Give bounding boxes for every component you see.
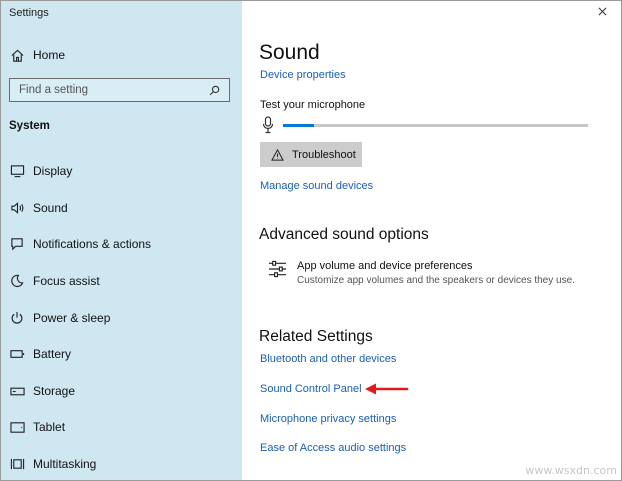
app-volume-link[interactable]: App volume and device preferences [297, 260, 473, 272]
troubleshoot-button[interactable]: Troubleshoot [260, 142, 362, 167]
sidebar-item-multitasking[interactable]: Multitasking [1, 449, 242, 479]
sidebar-item-label: Notifications & actions [33, 237, 152, 251]
display-icon [9, 163, 25, 179]
sidebar-item-label: Home [33, 48, 66, 62]
tablet-icon [9, 419, 25, 435]
sidebar-item-display[interactable]: Display [1, 156, 242, 186]
notifications-icon [9, 236, 25, 252]
mic-level-track [283, 124, 588, 127]
sidebar-item-power-sleep[interactable]: Power & sleep [1, 303, 242, 333]
microphone-icon [262, 116, 274, 139]
related-settings-title: Related Settings [259, 328, 373, 345]
settings-window: Settings Home Find a setting System Disp… [0, 0, 622, 481]
moon-icon [9, 273, 25, 289]
annotation-arrow [365, 383, 409, 395]
watermark: www.wsxdn.com [525, 464, 617, 477]
battery-icon [9, 346, 25, 362]
search-placeholder: Find a setting [19, 84, 89, 96]
main-pane: Sound Device properties Test your microp… [242, 1, 621, 480]
sidebar-item-label: Focus assist [33, 274, 100, 288]
sound-control-panel-link[interactable]: Sound Control Panel [260, 383, 362, 395]
sidebar-item-label: Power & sleep [33, 311, 111, 325]
search-input[interactable]: Find a setting [9, 78, 230, 102]
home-icon [9, 47, 25, 63]
close-icon[interactable] [595, 4, 609, 18]
section-title: System [9, 120, 50, 132]
device-properties-link[interactable]: Device properties [260, 69, 346, 81]
multitasking-icon [9, 456, 25, 472]
sidebar-item-notifications[interactable]: Notifications & actions [1, 229, 242, 259]
sidebar: Settings Home Find a setting System Disp… [1, 1, 242, 480]
sidebar-item-label: Storage [33, 384, 76, 398]
microphone-privacy-link[interactable]: Microphone privacy settings [260, 413, 396, 425]
speaker-icon [9, 200, 25, 216]
page-title: Sound [259, 41, 320, 64]
mic-level-fill [283, 124, 314, 127]
sidebar-item-label: Tablet [33, 420, 66, 434]
storage-icon [9, 383, 25, 399]
sidebar-item-tablet[interactable]: Tablet [1, 412, 242, 442]
sidebar-item-label: Display [33, 164, 73, 178]
app-volume-description: Customize app volumes and the speakers o… [297, 275, 575, 286]
sidebar-item-focus-assist[interactable]: Focus assist [1, 266, 242, 296]
warning-icon [270, 148, 284, 162]
power-icon [9, 310, 25, 326]
sidebar-item-label: Multitasking [33, 457, 97, 471]
window-title: Settings [9, 7, 49, 19]
search-icon [205, 81, 223, 99]
sidebar-item-battery[interactable]: Battery [1, 339, 242, 369]
advanced-section-title: Advanced sound options [259, 226, 429, 243]
manage-sound-devices-link[interactable]: Manage sound devices [260, 180, 373, 192]
sliders-icon [268, 260, 288, 278]
sidebar-item-label: Battery [33, 347, 72, 361]
sidebar-item-label: Sound [33, 201, 68, 215]
troubleshoot-label: Troubleshoot [292, 148, 356, 161]
test-mic-label: Test your microphone [260, 99, 366, 111]
ease-of-access-audio-link[interactable]: Ease of Access audio settings [260, 442, 406, 454]
mic-level-meter [262, 116, 592, 134]
sidebar-item-storage[interactable]: Storage [1, 376, 242, 406]
sidebar-item-home[interactable]: Home [1, 40, 242, 70]
bluetooth-link[interactable]: Bluetooth and other devices [260, 353, 396, 365]
sidebar-item-sound[interactable]: Sound [1, 193, 242, 223]
